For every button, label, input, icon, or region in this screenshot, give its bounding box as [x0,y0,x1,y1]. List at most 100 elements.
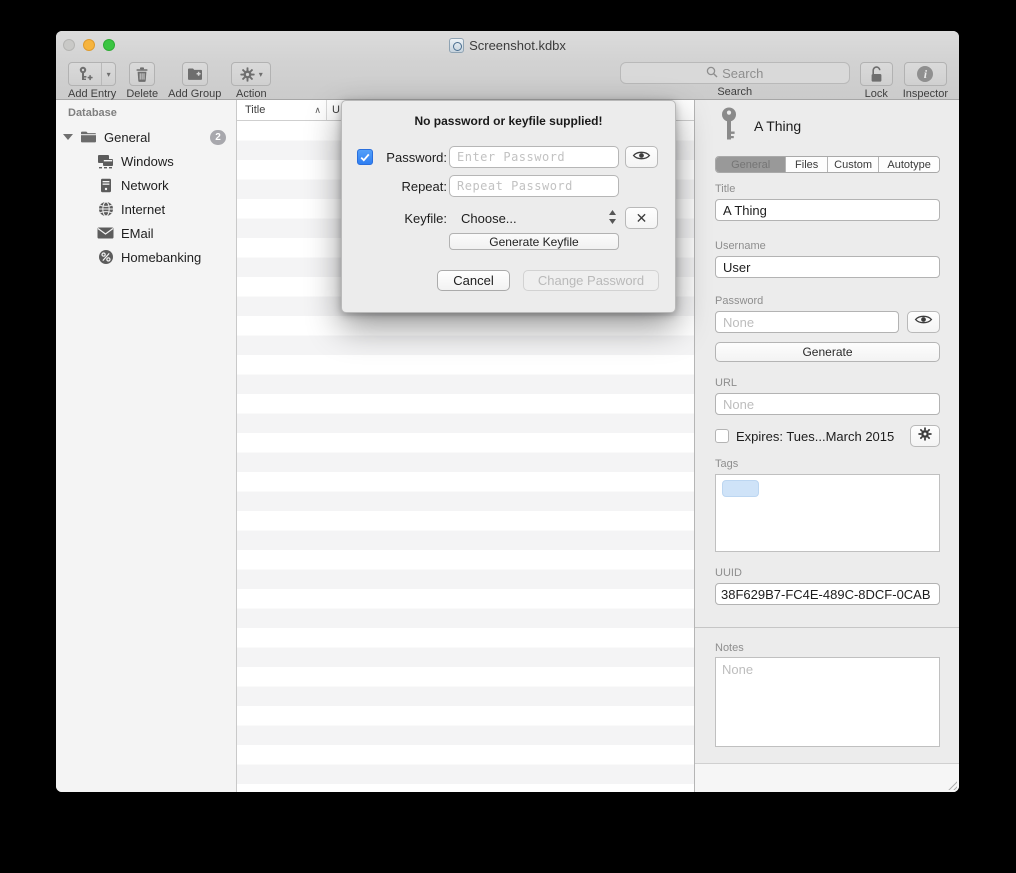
desktop-background: Screenshot.kdbx ▾ Add Entry [0,0,1016,873]
url-field-label: URL [715,377,940,389]
sort-ascending-icon: ∧ [314,105,321,116]
search-icon [706,66,718,81]
delete-button[interactable] [129,62,155,86]
unlock-icon [869,66,884,83]
username-field-label: Username [715,240,940,252]
tab-autotype[interactable]: Autotype [879,157,939,172]
password-input[interactable] [449,146,619,168]
action-label: Action [236,88,267,100]
lock-item: Lock [860,62,893,100]
cancel-button[interactable]: Cancel [437,270,510,291]
eye-icon [914,313,933,331]
expires-row: Expires: Tues...March 2015 [715,425,940,447]
tags-box[interactable] [715,474,940,552]
sidebar-item-label: Network [121,178,169,193]
repeat-row: Repeat: [342,175,675,197]
lock-button[interactable] [860,62,893,86]
sidebar-header: Database [56,100,236,119]
sidebar-item-label: Internet [121,202,165,217]
key-plus-icon [69,63,101,85]
tags-field-label: Tags [715,458,940,470]
add-entry-button[interactable]: ▾ [68,62,116,86]
change-password-button[interactable]: Change Password [523,270,659,291]
tab-general[interactable]: General [716,157,786,172]
chevron-down-icon: ▾ [259,70,263,79]
sidebar-item-homebanking[interactable]: Homebanking [56,245,236,269]
expires-label: Expires: Tues...March 2015 [736,429,903,444]
add-group-button[interactable] [182,62,208,86]
inspector-item: i Inspector [903,62,948,100]
clear-keyfile-button[interactable]: ✕ [625,207,658,229]
generate-keyfile-button[interactable]: Generate Keyfile [449,233,619,250]
tab-files[interactable]: Files [786,157,828,172]
sidebar-item-windows[interactable]: Windows [56,149,236,173]
action-button[interactable]: ▾ [231,62,271,86]
sidebar-group-general[interactable]: General 2 [56,125,236,149]
lock-label: Lock [865,88,888,100]
key-icon [718,107,740,146]
stepper-icon[interactable] [608,209,617,230]
notes-field-label: Notes [715,642,940,654]
keyfile-popup[interactable]: Choose... [461,211,517,226]
server-icon [97,177,114,193]
add-entry-item: ▾ Add Entry [68,62,116,100]
toolbar: ▾ Add Entry Delete Add Group [56,59,959,100]
add-group-label: Add Group [168,88,221,100]
add-entry-label: Add Entry [68,88,116,100]
keyfile-label: Keyfile: [342,211,447,226]
reveal-password-button[interactable] [907,311,940,333]
inspector-header: A Thing [715,109,940,143]
repeat-label: Repeat: [342,179,447,194]
keyfile-row: Keyfile: Choose... ✕ [342,207,675,229]
sidebar-item-email[interactable]: EMail [56,221,236,245]
close-icon: ✕ [636,210,648,227]
resize-grip[interactable] [946,779,957,790]
inspector-panel: A Thing General Files Custom Autotype Ti… [695,100,959,792]
generate-password-button[interactable]: Generate [715,342,940,362]
chevron-down-icon[interactable]: ▾ [101,63,115,85]
expires-settings-button[interactable] [910,425,940,447]
column-header-title[interactable]: Title ∧ [237,100,327,120]
inspector-button[interactable]: i [904,62,947,86]
sidebar-item-internet[interactable]: Internet [56,197,236,221]
tag-chip[interactable] [722,480,759,497]
add-group-item: Add Group [168,62,221,100]
sidebar-item-network[interactable]: Network [56,173,236,197]
uuid-field[interactable] [715,583,940,605]
section-divider [695,627,959,628]
app-window: Screenshot.kdbx ▾ Add Entry [56,31,959,792]
dialog-actions: Cancel Change Password [342,270,661,291]
globe-icon [97,201,114,217]
column-header-username[interactable]: U [327,104,340,116]
repeat-input[interactable] [449,175,619,197]
inspector-footer [695,763,959,792]
search-placeholder: Search [722,66,763,81]
group-label: General [104,130,150,145]
title-area: Screenshot.kdbx [56,31,959,59]
trash-icon [135,67,149,82]
inspector-label: Inspector [903,88,948,100]
sidebar: Database General 2 Windows [56,100,237,792]
username-field[interactable] [715,256,940,278]
sidebar-item-label: Windows [121,154,174,169]
percent-icon [97,249,114,265]
reveal-password-button[interactable] [625,146,658,168]
eye-icon [632,149,651,165]
folder-icon [80,129,97,145]
expires-checkbox[interactable] [715,429,729,443]
password-field[interactable] [715,311,899,333]
delete-item: Delete [126,62,158,100]
search-item: Search Search [620,62,850,98]
titlebar[interactable]: Screenshot.kdbx [56,31,959,59]
search-input[interactable]: Search [620,62,850,84]
uuid-field-label: UUID [715,567,940,579]
gear-icon [918,427,932,446]
title-field[interactable] [715,199,940,221]
disclosure-triangle-icon[interactable] [63,134,73,140]
tab-custom[interactable]: Custom [828,157,879,172]
document-icon [449,38,464,53]
url-field[interactable] [715,393,940,415]
entry-title: A Thing [754,118,801,134]
notes-field[interactable] [715,657,940,747]
info-icon: i [917,66,933,82]
